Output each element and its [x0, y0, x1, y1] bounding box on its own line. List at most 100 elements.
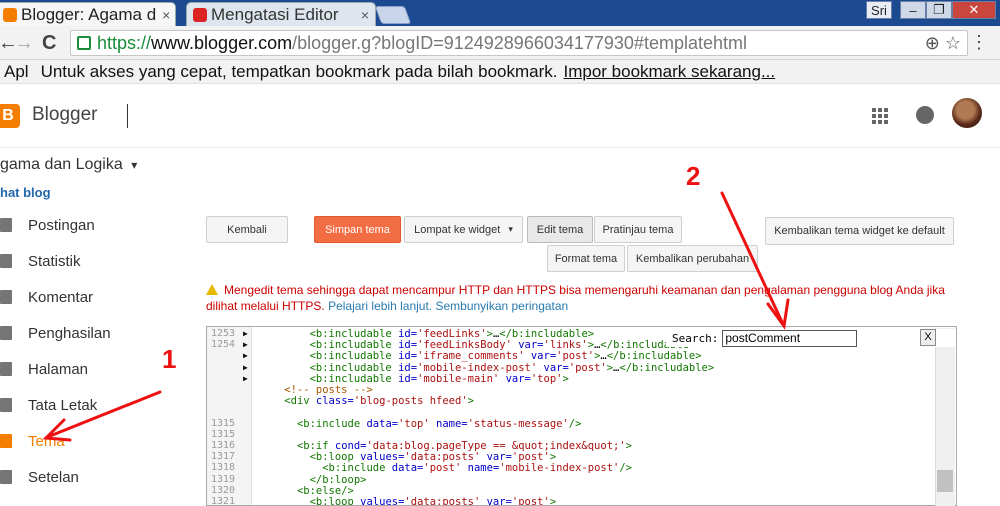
code-line: <b:loop values='data:posts' var='post'> [309, 451, 557, 464]
edit-theme-button[interactable]: Edit tema [527, 216, 593, 243]
sidebar-item-postingan[interactable]: Postingan [0, 211, 95, 239]
blogger-header: B Blogger [0, 84, 1000, 148]
code-line: <b:includable id='iframe_comments' var='… [309, 350, 702, 363]
sidebar-item-label: Statistik [28, 252, 81, 270]
forward-arrow-icon[interactable]: → [14, 32, 34, 55]
apps-shortcut[interactable]: Apl [4, 62, 29, 82]
sidebar-item-penghasilan[interactable]: Penghasilan [0, 319, 111, 347]
blog-title-dropdown[interactable]: gama dan Logika ▾ [0, 156, 137, 174]
editor-search-bar: Search: postComment [666, 329, 956, 347]
code-line: <b:include data='post' name='mobile-inde… [322, 462, 633, 475]
code-line: <b:else/> [296, 484, 354, 497]
code-line: <b:if cond='data:blog.pageType == &quot;… [296, 440, 632, 452]
tab-close-icon[interactable]: × [156, 7, 170, 23]
avatar[interactable] [952, 98, 982, 128]
fold-arrow-icon[interactable]: ▶ [243, 351, 248, 360]
tab-blogger[interactable]: Blogger: Agama d × [0, 2, 176, 26]
site-favicon-icon [193, 7, 207, 22]
sidebar-item-label: Postingan [28, 216, 95, 234]
warning-icon [206, 284, 218, 295]
tab-title: Blogger: Agama d [21, 4, 157, 24]
stats-icon [0, 254, 12, 268]
browser-tab-strip: Blogger: Agama d × Mengatasi Editor × Sr… [0, 0, 1000, 26]
line-number: 1253 [211, 328, 236, 339]
format-theme-button[interactable]: Format tema [547, 245, 625, 272]
sidebar-item-tema[interactable]: Tema [0, 427, 65, 455]
search-input[interactable]: postComment [722, 329, 858, 347]
zoom-star-icons[interactable]: ⊕ ☆ [925, 33, 961, 54]
sidebar-item-statistik[interactable]: Statistik [0, 247, 81, 275]
notification-bell-icon[interactable] [916, 106, 934, 124]
sidebar-item-label: Tata Letak [28, 396, 98, 414]
line-number: 1254 [211, 339, 236, 351]
code-line: <div class='blog-posts hfeed'> [284, 395, 474, 408]
annotation-number-2: 2 [686, 161, 701, 191]
menu-icon[interactable]: ⋮ [970, 32, 988, 53]
code-line: <b:includable id='mobile-main' var='top'… [309, 372, 569, 385]
sidebar-item-setelan[interactable]: Setelan [0, 463, 79, 491]
url-scheme: https:// [97, 32, 152, 53]
brand-name[interactable]: Blogger [32, 104, 98, 126]
annotation-number-1: 1 [162, 344, 177, 374]
earnings-icon [0, 326, 12, 340]
code-line: <!-- posts --> [259, 384, 373, 396]
restore-button[interactable]: ❐ [926, 1, 952, 19]
blogger-favicon-icon [3, 7, 17, 22]
sidebar-item-tata-letak[interactable]: Tata Letak [0, 391, 97, 419]
tab-mengatasi[interactable]: Mengatasi Editor × [186, 2, 376, 26]
import-bookmarks-link[interactable]: Impor bookmark sekarang... [563, 62, 775, 82]
bookmarks-hint: Untuk akses yang cepat, tempatkan bookma… [40, 61, 558, 81]
preview-theme-button[interactable]: Pratinjau tema [594, 216, 682, 243]
view-blog-link[interactable]: hat blog [0, 185, 51, 200]
editor-scrollbar-thumb[interactable] [937, 470, 953, 492]
code-editor[interactable]: 1253 ▶ <b:includable id='feedLinks'>…</b:… [206, 326, 957, 506]
caret-down-icon: ▾ [508, 224, 513, 234]
warning-text: Mengedit tema sehingga dapat mencampur H… [206, 283, 945, 313]
bookmarks-bar: Apl Untuk akses yang cepat, tempatkan bo… [0, 60, 1000, 84]
new-tab-button[interactable] [374, 6, 412, 24]
blogger-logo-icon[interactable]: B [0, 104, 20, 128]
line-number: 1320 [211, 484, 236, 496]
code-line: <b:includable id='mobile-index-post' var… [309, 361, 715, 374]
fold-arrow-icon[interactable]: ▶ [243, 340, 248, 349]
sidebar-item-label: Penghasilan [28, 324, 111, 342]
reload-icon[interactable]: C [42, 32, 56, 55]
jump-label: Lompat ke widget [414, 223, 501, 236]
line-number: 1315 [211, 428, 236, 440]
tab-title: Mengatasi Editor [211, 4, 339, 24]
code-line: <b:includable id='feedLinks'>…</b:includ… [309, 328, 595, 340]
header-divider [127, 104, 128, 128]
close-window-button[interactable]: ✕ [952, 1, 996, 19]
sidebar-item-label: Tema [28, 432, 65, 450]
save-theme-button[interactable]: Simpan tema [314, 216, 401, 243]
fold-arrow-icon[interactable]: ▶ [243, 329, 248, 338]
fold-arrow-icon[interactable]: ▶ [243, 374, 248, 383]
url-path: /blogger.g?blogID=9124928966034177930#te… [292, 32, 747, 53]
minimize-button[interactable]: – [900, 1, 926, 19]
settings-icon [0, 470, 12, 484]
hide-warning-link[interactable]: Sembunyikan peringatan [435, 299, 568, 313]
apps-grid-icon[interactable] [872, 108, 888, 124]
lock-icon [77, 36, 91, 50]
sidebar-item-label: Komentar [28, 288, 94, 306]
revert-changes-button[interactable]: Kembalikan perubahan [627, 245, 758, 272]
code-line: </b:loop> [309, 473, 367, 486]
search-close-icon[interactable]: X [920, 329, 936, 346]
restore-widgets-default-button[interactable]: Kembalikan tema widget ke default [765, 217, 954, 245]
posts-icon [0, 218, 12, 232]
address-bar[interactable]: https:// www.blogger.com /blogger.g?blog… [70, 30, 968, 56]
sidebar-item-komentar[interactable]: Komentar [0, 283, 93, 311]
browser-toolbar: ← → C https:// www.blogger.com /blogger.… [0, 26, 1000, 60]
tab-close-icon[interactable]: × [355, 7, 369, 23]
line-number: 1317 [211, 451, 236, 463]
fold-arrow-icon[interactable]: ▶ [243, 363, 248, 372]
learn-more-link[interactable]: Pelajari lebih lanjut. [328, 299, 432, 313]
jump-to-widget-dropdown[interactable]: Lompat ke widget ▾ [404, 216, 523, 243]
sidebar-item-halaman[interactable]: Halaman [0, 355, 88, 383]
sidebar-item-label: Halaman [28, 360, 89, 378]
back-button[interactable]: Kembali [206, 216, 288, 243]
code-line: <b:include data='top' name='status-messa… [296, 417, 582, 430]
line-number: 1316 [211, 440, 236, 451]
code-line: <b:includable id='feedLinksBody' var='li… [309, 339, 696, 352]
profile-button[interactable]: Sri [866, 1, 892, 19]
